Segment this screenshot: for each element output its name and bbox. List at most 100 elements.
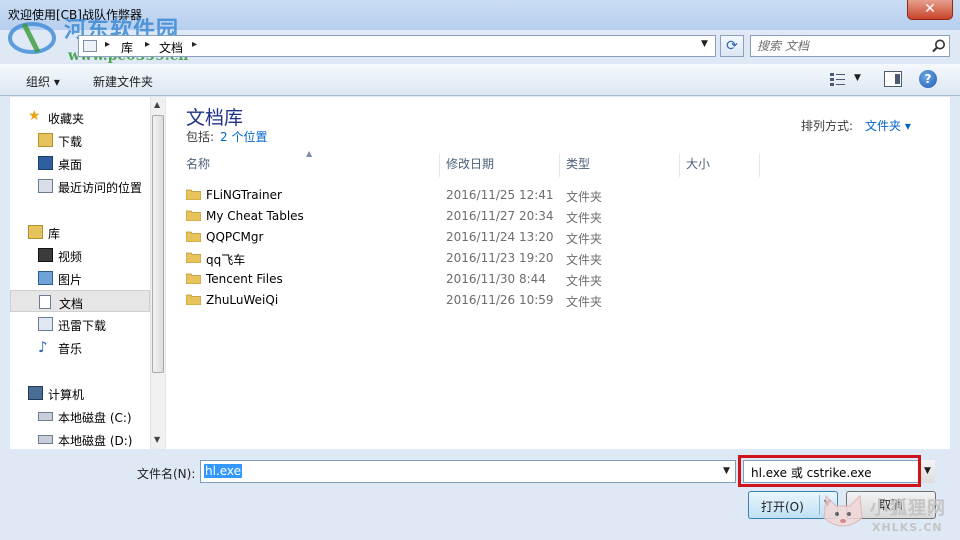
sort-ascending-icon: ▲ [306, 149, 313, 158]
preview-pane-icon[interactable] [884, 71, 902, 87]
library-locations-link[interactable]: 2 个位置 [220, 128, 267, 145]
nav-item-label: 下载 [58, 135, 83, 149]
watermark-corner-url: XHLKS.CN [872, 521, 943, 534]
file-date: 2016/11/23 19:20 [446, 251, 554, 265]
library-title: 文档库 [186, 107, 244, 129]
organize-button[interactable]: 组织 ▾ [26, 73, 60, 90]
file-row[interactable]: My Cheat Tables 2016/11/27 20:34 文件夹 [184, 206, 924, 227]
nav-item-label: 本地磁盘 (D:) [58, 434, 133, 448]
watermark-corner-text: 小狐狸网 [870, 498, 946, 519]
column-divider[interactable] [439, 153, 440, 177]
column-divider[interactable] [679, 153, 680, 177]
nav-favorites[interactable]: ★ 收藏夹 [10, 106, 150, 128]
nav-item-label: 文档 [59, 297, 84, 311]
file-date: 2016/11/26 10:59 [446, 293, 554, 307]
nav-item-label: 最近访问的位置 [58, 181, 143, 195]
chevron-down-icon[interactable]: ▼ [701, 39, 708, 49]
nav-item-label: 桌面 [58, 158, 83, 172]
new-folder-button[interactable]: 新建文件夹 [93, 73, 153, 90]
help-icon[interactable]: ? [919, 70, 937, 88]
nav-libraries-label: 库 [48, 227, 61, 241]
chevron-down-icon[interactable]: ▼ [854, 73, 861, 83]
search-box[interactable] [750, 35, 950, 57]
open-button-label: 打开(O) [761, 500, 804, 514]
file-type: 文件夹 [566, 274, 603, 288]
search-icon[interactable] [931, 38, 947, 54]
nav-item-recent[interactable]: 最近访问的位置 [10, 175, 150, 197]
navigation-pane: ★ 收藏夹 下载 桌面 最近访问的位置 库 视频 图片 文档 迅雷下载 ♪ 音乐… [10, 97, 150, 449]
folder-icon [186, 294, 201, 305]
file-row[interactable]: qq飞车 2016/11/23 19:20 文件夹 [184, 248, 924, 269]
nav-computer[interactable]: 计算机 [10, 382, 150, 404]
nav-item-videos[interactable]: 视频 [10, 244, 150, 266]
breadcrumb-separator-icon[interactable]: ▸ [105, 39, 110, 50]
scrollbar-thumb[interactable] [152, 115, 164, 373]
nav-item-downloads[interactable]: 下载 [10, 129, 150, 151]
folder-icon [186, 273, 201, 284]
refresh-button[interactable]: ⟳ [720, 35, 744, 57]
folder-icon [83, 40, 97, 52]
address-bar[interactable]: ▸ 库 ▸ 文档 ▸ ▼ [78, 35, 716, 57]
folder-icon [186, 210, 201, 221]
video-icon [38, 248, 53, 262]
breadcrumb-documents[interactable]: 文档 [159, 39, 183, 56]
column-divider[interactable] [759, 153, 760, 177]
close-button[interactable]: ✕ [907, 0, 953, 20]
file-name: FLiNGTrainer [206, 188, 282, 202]
filename-value[interactable]: hl.exe [204, 464, 243, 478]
highlight-annotation-box [738, 455, 921, 487]
arrange-by-dropdown[interactable]: 文件夹 ▾ [865, 117, 911, 134]
nav-item-label: 本地磁盘 (C:) [58, 411, 132, 425]
filename-input[interactable]: hl.exe ▼ [200, 460, 736, 483]
drive-icon [38, 435, 53, 444]
file-date: 2016/11/24 13:20 [446, 230, 554, 244]
watermark-logo [8, 22, 56, 54]
nav-item-drive-d[interactable]: 本地磁盘 (D:) [10, 428, 150, 449]
breadcrumb-separator-icon[interactable]: ▸ [145, 39, 150, 50]
chevron-down-icon[interactable]: ▼ [919, 460, 935, 483]
file-list-pane: 文档库 包括: 2 个位置 排列方式: 文件夹 ▾ ▲ 名称 修改日期 类型 大… [166, 97, 950, 449]
nav-item-pictures[interactable]: 图片 [10, 267, 150, 289]
view-options-icon[interactable] [830, 72, 846, 86]
nav-item-thunder-downloads[interactable]: 迅雷下载 [10, 313, 150, 335]
document-icon [39, 295, 51, 309]
nav-item-documents[interactable]: 文档 [10, 290, 150, 312]
navigation-scrollbar[interactable]: ▲ ▼ [150, 97, 165, 449]
file-row[interactable]: QQPCMgr 2016/11/24 13:20 文件夹 [184, 227, 924, 248]
column-divider[interactable] [559, 153, 560, 177]
breadcrumb-separator-icon[interactable]: ▸ [192, 39, 197, 50]
breadcrumb-library[interactable]: 库 [121, 39, 133, 56]
file-name: QQPCMgr [206, 230, 264, 244]
chevron-down-icon[interactable]: ▼ [723, 466, 730, 476]
library-icon [28, 225, 43, 239]
file-name: My Cheat Tables [206, 209, 304, 223]
toolbar: 组织 ▾ 新建文件夹 ▼ ? [0, 64, 960, 96]
nav-item-label: 迅雷下载 [58, 319, 107, 333]
column-header-type[interactable]: 类型 [566, 155, 590, 177]
file-row[interactable]: ZhuLuWeiQi 2016/11/26 10:59 文件夹 [184, 290, 924, 311]
nav-item-drive-c[interactable]: 本地磁盘 (C:) [10, 405, 150, 427]
picture-icon [38, 271, 53, 285]
library-includes-label: 包括: [186, 130, 215, 144]
nav-item-music[interactable]: ♪ 音乐 [10, 336, 150, 358]
column-header-name[interactable]: 名称 [186, 155, 210, 177]
recent-places-icon [38, 179, 53, 193]
nav-computer-label: 计算机 [48, 388, 85, 402]
file-row[interactable]: Tencent Files 2016/11/30 8:44 文件夹 [184, 269, 924, 290]
scroll-down-icon[interactable]: ▼ [154, 435, 160, 444]
file-row[interactable]: FLiNGTrainer 2016/11/25 12:41 文件夹 [184, 185, 924, 206]
column-header-size[interactable]: 大小 [686, 155, 710, 177]
nav-item-label: 音乐 [58, 342, 83, 356]
file-name: Tencent Files [206, 272, 283, 286]
nav-item-desktop[interactable]: 桌面 [10, 152, 150, 174]
file-name: qq飞车 [206, 253, 246, 267]
search-input[interactable] [757, 39, 927, 53]
column-header-date[interactable]: 修改日期 [446, 155, 494, 177]
file-type: 文件夹 [566, 295, 603, 309]
scroll-up-icon[interactable]: ▲ [154, 100, 160, 109]
drive-icon [38, 412, 53, 421]
nav-item-label: 视频 [58, 250, 83, 264]
nav-libraries[interactable]: 库 [10, 221, 150, 243]
download-folder-icon [38, 133, 53, 147]
folder-icon [186, 231, 201, 242]
